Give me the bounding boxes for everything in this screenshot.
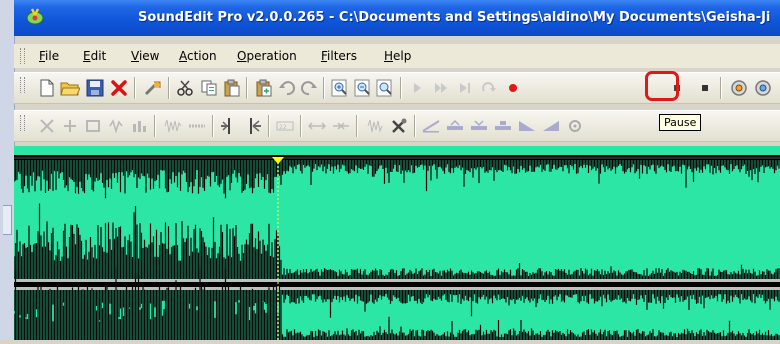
toolbar-separator — [154, 115, 156, 137]
toolbar-grip[interactable] — [20, 77, 25, 93]
toolbar-separator — [300, 115, 302, 137]
menu-edit[interactable]: Edit — [83, 49, 106, 63]
equalizer-icon[interactable] — [128, 115, 150, 137]
toolbar-separator — [414, 115, 416, 137]
splitter-handle[interactable] — [3, 205, 12, 235]
noise-icon[interactable] — [162, 115, 184, 137]
toolbar-separator — [720, 77, 722, 99]
menu-help[interactable]: Help — [384, 49, 411, 63]
app-icon — [26, 8, 44, 25]
normalize-icon[interactable]: 22 — [274, 115, 296, 137]
save-icon[interactable] — [84, 77, 106, 99]
toolbar-separator — [168, 77, 170, 99]
delete-icon[interactable] — [108, 77, 130, 99]
toolbar-separator — [212, 115, 214, 137]
title-bar[interactable]: SoundEdit Pro v2.0.0.265 - C:\Documents … — [14, 0, 780, 36]
new-file-icon[interactable] — [36, 77, 58, 99]
insert-silence-icon[interactable] — [59, 115, 81, 137]
waveform-view[interactable] — [13, 146, 780, 340]
zoom-in-icon[interactable] — [329, 77, 351, 99]
channel-divider-lower — [14, 287, 780, 290]
timeline-bar — [14, 146, 780, 155]
channel-divider — [14, 279, 780, 282]
channel-left-waveform — [13, 160, 780, 279]
record-icon[interactable] — [502, 77, 524, 99]
zoom-out-icon[interactable] — [352, 77, 374, 99]
toolbar-separator — [134, 77, 136, 99]
menu-bar: File Edit View Action Operation Filters … — [14, 44, 780, 68]
undo-icon[interactable] — [276, 77, 298, 99]
compress-icon[interactable] — [330, 115, 352, 137]
toolbar-grip[interactable] — [20, 115, 25, 131]
fade-in-icon[interactable] — [540, 115, 562, 137]
left-frame-strip — [0, 0, 15, 340]
play-icon[interactable] — [406, 77, 428, 99]
effects-icon[interactable] — [728, 77, 750, 99]
menubar-grip[interactable] — [20, 48, 25, 64]
pause-button-highlight — [645, 71, 679, 101]
toolbar-separator — [356, 115, 358, 137]
tools-icon[interactable] — [388, 115, 410, 137]
loop-icon[interactable] — [478, 77, 500, 99]
toolbar-separator — [268, 115, 270, 137]
marker-icon[interactable] — [242, 115, 264, 137]
mix-icon[interactable] — [82, 115, 104, 137]
menu-filters[interactable]: Filters — [321, 49, 357, 63]
play-to-end-icon[interactable] — [454, 77, 476, 99]
zoom-fit-icon[interactable] — [374, 77, 396, 99]
toolbar-separator — [400, 77, 402, 99]
toolbar-separator — [246, 77, 248, 99]
play-selection-icon[interactable] — [430, 77, 452, 99]
window-title: SoundEdit Pro v2.0.0.265 - C:\Documents … — [138, 10, 771, 25]
cut-icon[interactable] — [174, 77, 196, 99]
settings-icon[interactable] — [564, 115, 586, 137]
split-icon[interactable] — [218, 115, 240, 137]
paste-new-icon[interactable] — [253, 77, 275, 99]
amplify2-icon[interactable] — [468, 115, 490, 137]
menu-operation[interactable]: Operation — [237, 49, 297, 63]
amplify-icon[interactable] — [444, 115, 466, 137]
redo-icon[interactable] — [298, 77, 320, 99]
open-folder-icon[interactable] — [59, 77, 81, 99]
fade-out-icon[interactable] — [516, 115, 538, 137]
trim-icon[interactable] — [36, 115, 58, 137]
properties-icon[interactable] — [142, 77, 164, 99]
pause-tooltip: Pause — [659, 114, 702, 131]
svg-text:22: 22 — [279, 124, 287, 131]
silence-icon[interactable] — [186, 115, 208, 137]
fade-icon[interactable] — [420, 115, 442, 137]
amplify3-icon[interactable] — [492, 115, 514, 137]
menu-file[interactable]: File — [39, 49, 59, 63]
copy-icon[interactable] — [198, 77, 220, 99]
waveform-canvas[interactable] — [13, 146, 780, 340]
reverse-icon[interactable] — [364, 115, 386, 137]
effects2-icon[interactable] — [752, 77, 774, 99]
paste-icon[interactable] — [221, 77, 243, 99]
menu-action[interactable]: Action — [179, 49, 217, 63]
stop-icon[interactable] — [694, 77, 716, 99]
echo-icon[interactable] — [105, 115, 127, 137]
menu-view[interactable]: View — [131, 49, 159, 63]
stretch-icon[interactable] — [306, 115, 328, 137]
toolbar-separator — [323, 77, 325, 99]
